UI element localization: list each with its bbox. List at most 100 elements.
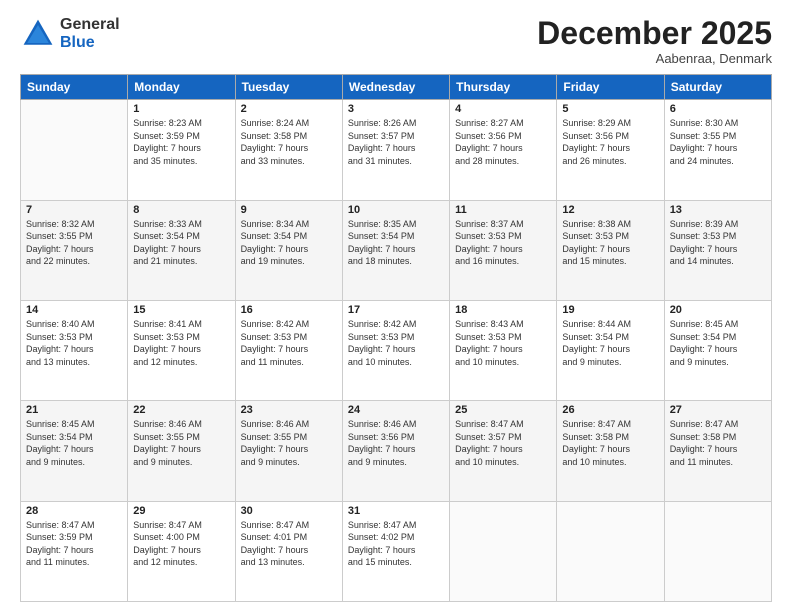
day-info: Sunrise: 8:37 AM Sunset: 3:53 PM Dayligh… — [455, 218, 551, 268]
calendar-cell — [21, 100, 128, 200]
day-number: 14 — [26, 304, 122, 316]
day-info: Sunrise: 8:26 AM Sunset: 3:57 PM Dayligh… — [348, 117, 444, 167]
calendar-cell: 12 Sunrise: 8:38 AM Sunset: 3:53 PM Dayli… — [557, 200, 664, 300]
calendar-cell: 25 Sunrise: 8:47 AM Sunset: 3:57 PM Dayli… — [450, 401, 557, 501]
calendar-cell — [450, 501, 557, 601]
day-number: 3 — [348, 103, 444, 115]
day-number: 9 — [241, 204, 337, 216]
calendar-cell: 16Sunrise: 8:42 AM Sunset: 3:53 PM Dayli… — [235, 300, 342, 400]
day-number: 17 — [348, 304, 444, 316]
calendar-cell: 10Sunrise: 8:35 AM Sunset: 3:54 PM Dayli… — [342, 200, 449, 300]
calendar-day-header: Friday — [557, 75, 664, 100]
day-number: 10 — [348, 204, 444, 216]
calendar-cell: 8 Sunrise: 8:33 AM Sunset: 3:54 PM Daylig… — [128, 200, 235, 300]
day-info: Sunrise: 8:47 AM Sunset: 3:57 PM Dayligh… — [455, 418, 551, 468]
calendar-cell — [664, 501, 771, 601]
calendar-cell: 18 Sunrise: 8:43 AM Sunset: 3:53 PM Dayli… — [450, 300, 557, 400]
day-number: 26 — [562, 404, 658, 416]
calendar-cell: 1 Sunrise: 8:23 AM Sunset: 3:59 PM Daylig… — [128, 100, 235, 200]
calendar-cell: 28 Sunrise: 8:47 AM Sunset: 3:59 PM Dayli… — [21, 501, 128, 601]
day-info: Sunrise: 8:33 AM Sunset: 3:54 PM Dayligh… — [133, 218, 229, 268]
day-number: 22 — [133, 404, 229, 416]
day-info: Sunrise: 8:42 AM Sunset: 3:53 PM Dayligh… — [241, 318, 337, 368]
calendar-cell: 17 Sunrise: 8:42 AM Sunset: 3:53 PM Dayli… — [342, 300, 449, 400]
day-number: 2 — [241, 103, 337, 115]
calendar-cell: 5Sunrise: 8:29 AM Sunset: 3:56 PM Daylig… — [557, 100, 664, 200]
calendar-cell: 21Sunrise: 8:45 AM Sunset: 3:54 PM Dayli… — [21, 401, 128, 501]
day-number: 24 — [348, 404, 444, 416]
calendar-day-header: Tuesday — [235, 75, 342, 100]
day-number: 31 — [348, 505, 444, 517]
day-number: 29 — [133, 505, 229, 517]
day-info: Sunrise: 8:43 AM Sunset: 3:53 PM Dayligh… — [455, 318, 551, 368]
calendar-cell: 29 Sunrise: 8:47 AM Sunset: 4:00 PM Dayli… — [128, 501, 235, 601]
day-number: 7 — [26, 204, 122, 216]
header: General Blue December 2025 Aabenraa, Den… — [20, 16, 772, 66]
calendar-day-header: Monday — [128, 75, 235, 100]
day-number: 30 — [241, 505, 337, 517]
calendar-header-row: SundayMondayTuesdayWednesdayThursdayFrid… — [21, 75, 772, 100]
day-info: Sunrise: 8:41 AM Sunset: 3:53 PM Dayligh… — [133, 318, 229, 368]
calendar-cell: 31Sunrise: 8:47 AM Sunset: 4:02 PM Dayli… — [342, 501, 449, 601]
day-info: Sunrise: 8:42 AM Sunset: 3:53 PM Dayligh… — [348, 318, 444, 368]
calendar-cell: 19Sunrise: 8:44 AM Sunset: 3:54 PM Dayli… — [557, 300, 664, 400]
day-info: Sunrise: 8:47 AM Sunset: 3:58 PM Dayligh… — [670, 418, 766, 468]
logo-text: General Blue — [60, 16, 120, 51]
calendar-week-row: 28 Sunrise: 8:47 AM Sunset: 3:59 PM Dayli… — [21, 501, 772, 601]
day-info: Sunrise: 8:30 AM Sunset: 3:55 PM Dayligh… — [670, 117, 766, 167]
day-number: 28 — [26, 505, 122, 517]
day-number: 23 — [241, 404, 337, 416]
day-info: Sunrise: 8:44 AM Sunset: 3:54 PM Dayligh… — [562, 318, 658, 368]
day-info: Sunrise: 8:32 AM Sunset: 3:55 PM Dayligh… — [26, 218, 122, 268]
calendar-week-row: 7 Sunrise: 8:32 AM Sunset: 3:55 PM Daylig… — [21, 200, 772, 300]
day-number: 13 — [670, 204, 766, 216]
calendar-cell: 26 Sunrise: 8:47 AM Sunset: 3:58 PM Dayli… — [557, 401, 664, 501]
location: Aabenraa, Denmark — [537, 51, 772, 66]
day-info: Sunrise: 8:27 AM Sunset: 3:56 PM Dayligh… — [455, 117, 551, 167]
calendar-day-header: Sunday — [21, 75, 128, 100]
calendar-cell: 24 Sunrise: 8:46 AM Sunset: 3:56 PM Dayli… — [342, 401, 449, 501]
calendar-cell: 30 Sunrise: 8:47 AM Sunset: 4:01 PM Dayli… — [235, 501, 342, 601]
day-info: Sunrise: 8:34 AM Sunset: 3:54 PM Dayligh… — [241, 218, 337, 268]
calendar-cell — [557, 501, 664, 601]
day-number: 18 — [455, 304, 551, 316]
calendar-cell: 20Sunrise: 8:45 AM Sunset: 3:54 PM Dayli… — [664, 300, 771, 400]
day-number: 1 — [133, 103, 229, 115]
calendar-cell: 3 Sunrise: 8:26 AM Sunset: 3:57 PM Daylig… — [342, 100, 449, 200]
day-info: Sunrise: 8:24 AM Sunset: 3:58 PM Dayligh… — [241, 117, 337, 167]
day-info: Sunrise: 8:40 AM Sunset: 3:53 PM Dayligh… — [26, 318, 122, 368]
calendar-cell: 11Sunrise: 8:37 AM Sunset: 3:53 PM Dayli… — [450, 200, 557, 300]
calendar-cell: 9 Sunrise: 8:34 AM Sunset: 3:54 PM Daylig… — [235, 200, 342, 300]
calendar-cell: 22 Sunrise: 8:46 AM Sunset: 3:55 PM Dayli… — [128, 401, 235, 501]
calendar-week-row: 21Sunrise: 8:45 AM Sunset: 3:54 PM Dayli… — [21, 401, 772, 501]
calendar-cell: 6Sunrise: 8:30 AM Sunset: 3:55 PM Daylig… — [664, 100, 771, 200]
logo-blue-text: Blue — [60, 34, 120, 52]
day-info: Sunrise: 8:46 AM Sunset: 3:55 PM Dayligh… — [133, 418, 229, 468]
logo-icon — [20, 16, 56, 52]
page: General Blue December 2025 Aabenraa, Den… — [0, 0, 792, 612]
day-info: Sunrise: 8:47 AM Sunset: 4:00 PM Dayligh… — [133, 519, 229, 569]
day-number: 12 — [562, 204, 658, 216]
day-number: 21 — [26, 404, 122, 416]
calendar-cell: 13Sunrise: 8:39 AM Sunset: 3:53 PM Dayli… — [664, 200, 771, 300]
calendar-cell: 15Sunrise: 8:41 AM Sunset: 3:53 PM Dayli… — [128, 300, 235, 400]
day-info: Sunrise: 8:23 AM Sunset: 3:59 PM Dayligh… — [133, 117, 229, 167]
calendar-cell: 7 Sunrise: 8:32 AM Sunset: 3:55 PM Daylig… — [21, 200, 128, 300]
calendar-day-header: Wednesday — [342, 75, 449, 100]
calendar-day-header: Thursday — [450, 75, 557, 100]
day-info: Sunrise: 8:47 AM Sunset: 4:01 PM Dayligh… — [241, 519, 337, 569]
calendar-cell: 14 Sunrise: 8:40 AM Sunset: 3:53 PM Dayli… — [21, 300, 128, 400]
title-block: December 2025 Aabenraa, Denmark — [537, 16, 772, 66]
day-info: Sunrise: 8:38 AM Sunset: 3:53 PM Dayligh… — [562, 218, 658, 268]
calendar-cell: 4Sunrise: 8:27 AM Sunset: 3:56 PM Daylig… — [450, 100, 557, 200]
calendar-week-row: 14 Sunrise: 8:40 AM Sunset: 3:53 PM Dayli… — [21, 300, 772, 400]
logo: General Blue — [20, 16, 120, 52]
calendar-cell: 27Sunrise: 8:47 AM Sunset: 3:58 PM Dayli… — [664, 401, 771, 501]
day-number: 20 — [670, 304, 766, 316]
day-number: 8 — [133, 204, 229, 216]
calendar-week-row: 1 Sunrise: 8:23 AM Sunset: 3:59 PM Daylig… — [21, 100, 772, 200]
day-info: Sunrise: 8:47 AM Sunset: 3:59 PM Dayligh… — [26, 519, 122, 569]
day-info: Sunrise: 8:47 AM Sunset: 3:58 PM Dayligh… — [562, 418, 658, 468]
day-info: Sunrise: 8:46 AM Sunset: 3:56 PM Dayligh… — [348, 418, 444, 468]
day-number: 25 — [455, 404, 551, 416]
